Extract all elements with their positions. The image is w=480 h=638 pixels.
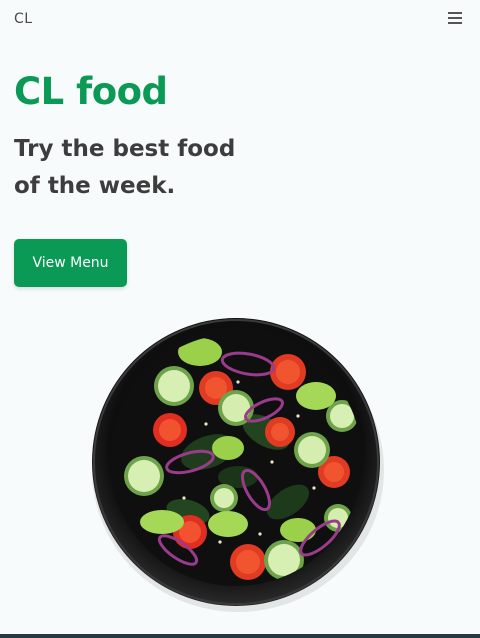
bottom-divider [0, 634, 480, 638]
hero-title: CL food [14, 70, 168, 113]
salad-bowl-image [88, 312, 384, 612]
top-navbar: CL [0, 0, 480, 40]
view-menu-button[interactable]: View Menu [14, 239, 127, 287]
hero-subtitle: Try the best food of the week. [14, 136, 236, 199]
brand-logo-text[interactable]: CL [14, 11, 33, 27]
hamburger-menu-icon[interactable] [444, 8, 466, 28]
